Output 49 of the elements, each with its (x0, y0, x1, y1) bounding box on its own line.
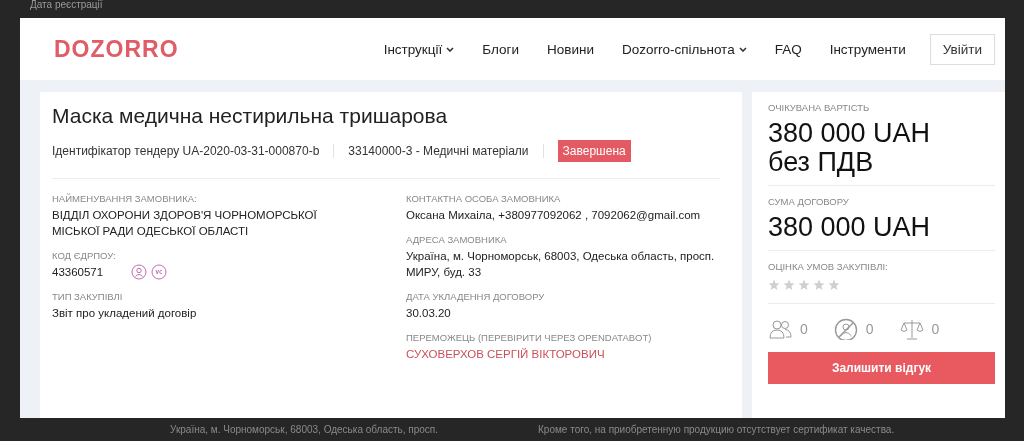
person-icon (131, 264, 148, 280)
field-value: 30.03.20 (406, 306, 452, 321)
logo[interactable]: DOZORRO (54, 35, 179, 63)
field-label: СУМА ДОГОВОРУ (768, 196, 850, 207)
nav-link[interactable]: Інструменти (815, 41, 920, 57)
field-value: Оксана Михаіла, +380977092062 , 7092062@gmail.com (406, 208, 702, 223)
star-icon (828, 279, 840, 291)
background-text: Україна, м. Чорноморськ, 68003, Одеська область, просп. (170, 424, 439, 435)
count: 0 (800, 321, 808, 337)
star-icon (783, 279, 795, 291)
nav-link[interactable]: Dozorro-спільнота (607, 41, 761, 57)
field-label: АДРЕСА ЗАМОВНИКА (406, 234, 508, 245)
nav-link[interactable]: Інструкції (369, 41, 469, 57)
people-icon (768, 318, 792, 340)
field-label: КОНТАКТНА ОСОБА ЗАМОВНИКА (406, 193, 562, 204)
field-value: 43360571 (52, 265, 104, 280)
star-icon (813, 279, 825, 291)
field-label: КОД ЄДРПОУ: (52, 250, 117, 261)
field-label: ОЧІКУВАНА ВАРТІСТЬ (768, 102, 871, 113)
login-button[interactable]: Увійти (929, 33, 995, 65)
background-text: Кроме того, на приобретенную продукцию отсутствует сертификат качества. (538, 424, 895, 435)
star-icon (768, 279, 780, 291)
field-label: ДАТА УКЛАДЕННЯ ДОГОВОРУ (406, 291, 546, 302)
winner-link[interactable]: СУХОВЕРХОВ СЕРГІЙ ВІКТОРОВИЧ (406, 346, 720, 362)
nav-link[interactable]: Новини (533, 41, 608, 57)
field-label: ПЕРЕМОЖЕЦЬ (ПЕРЕВІРИТИ ЧЕРЕЗ OPENDATABOT) (406, 332, 653, 343)
cpv-code: 33140000-3 - Медичні матеріали (348, 144, 544, 158)
crossed-person-icon (833, 318, 858, 340)
nav-link[interactable]: FAQ (760, 41, 816, 57)
field-value: Звіт про укладений договір (52, 306, 198, 321)
count: 0 (865, 321, 874, 337)
field-value: ВІДДІЛ ОХОРОНИ ЗДОРОВ'Я ЧОРНОМОРСЬКОЇ МІСЬКОЇ РАДИ ОДЕСЬКОЇ ОБЛАСТІ (52, 208, 318, 239)
badge-icon (151, 264, 168, 280)
star-icon (798, 279, 810, 291)
field-label: ТИП ЗАКУПІВЛІ (52, 291, 124, 302)
field-value: Україна, м. Чорноморськ, 68003, Одеська область, просп. МИРУ, буд. 33 (406, 249, 716, 280)
field-label: ОЦІНКА УМОВ ЗАКУПІВЛІ: (768, 261, 889, 272)
field-label: НАЙМЕНУВАННЯ ЗАМОВНИКА: (52, 193, 198, 204)
count: 0 (931, 321, 940, 337)
status-badge: Завершена (557, 140, 631, 162)
caret-icon (738, 46, 747, 52)
caret-icon (446, 46, 455, 52)
tender-id: Ідентифікатор тендеру UA-2020-03-31-000870-b (52, 144, 335, 158)
background-text: Дата реєстрації (30, 0, 103, 10)
expected-amount: 380 000 UAH без ПДВ (768, 119, 932, 177)
contract-amount: 380 000 UAH (768, 213, 932, 242)
tender-title: Маска медична нестирильна тришарова (52, 104, 449, 128)
scales-icon (899, 318, 924, 340)
nav-link[interactable]: Блоги (468, 41, 533, 57)
